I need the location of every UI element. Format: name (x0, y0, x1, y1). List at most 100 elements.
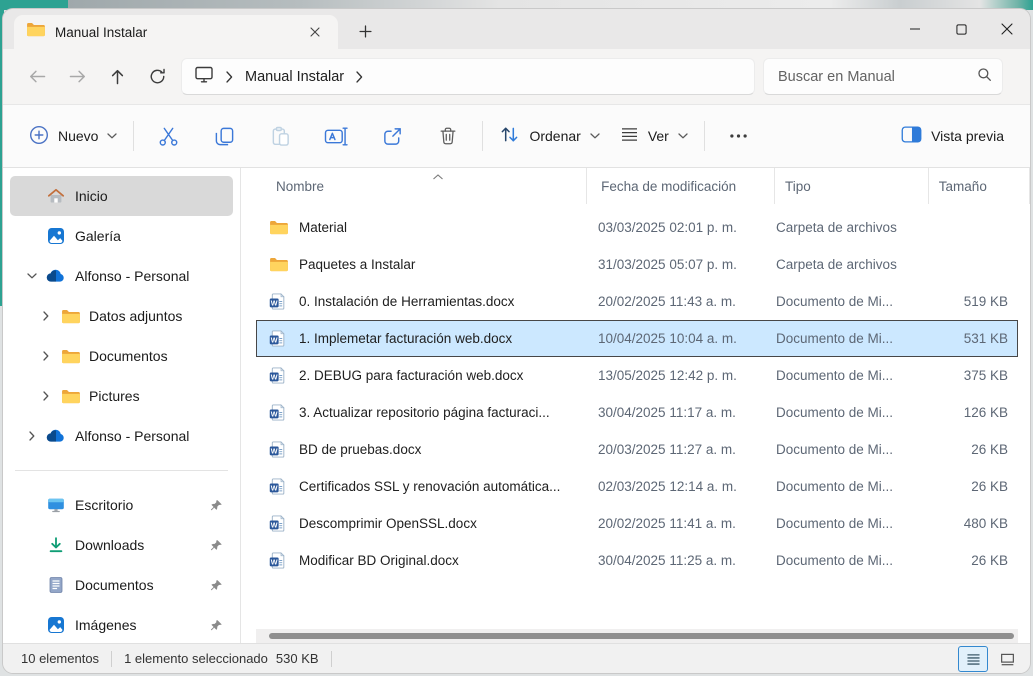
sidebar-item[interactable]: Alfonso - Personal (10, 256, 233, 296)
file-type: Carpeta de archivos (776, 257, 928, 272)
scrollbar-thumb[interactable] (269, 633, 1014, 639)
file-row[interactable]: W 1. Implemetar facturación web.docx 10/… (256, 320, 1018, 357)
sidebar-item-label: Alfonso - Personal (75, 268, 189, 284)
plus-circle-icon (29, 125, 49, 148)
copy-button[interactable] (196, 116, 252, 156)
delete-button[interactable] (420, 116, 476, 156)
sidebar-item-label: Documentos (89, 348, 168, 364)
this-pc-icon[interactable] (194, 65, 214, 88)
close-window-button[interactable] (984, 9, 1030, 49)
details-view-button[interactable] (958, 646, 988, 672)
sidebar-item-pinned[interactable]: Documentos (10, 565, 233, 605)
word-icon: W (256, 478, 299, 495)
breadcrumb-folder[interactable]: Manual Instalar (245, 69, 344, 85)
expand-chevron-icon[interactable] (19, 273, 45, 279)
search-icon[interactable] (977, 67, 992, 87)
sidebar-item[interactable]: Datos adjuntos (10, 296, 233, 336)
doc-icon (45, 576, 67, 594)
sidebar-item-label: Downloads (75, 537, 144, 553)
horizontal-scrollbar[interactable] (256, 629, 1018, 643)
column-header-tamano[interactable]: Tamaño (928, 168, 1030, 204)
column-header-nombre[interactable]: Nombre (256, 168, 586, 204)
view-button[interactable]: Ver (610, 116, 698, 156)
file-type: Documento de Mi... (776, 442, 928, 457)
back-button[interactable] (17, 59, 57, 95)
column-header-tipo[interactable]: Tipo (774, 168, 928, 204)
column-header-fecha[interactable]: Fecha de modificación (586, 168, 774, 204)
item-count: 10 elementos (21, 651, 99, 666)
cloud-icon (45, 429, 67, 443)
sidebar-item[interactable]: Alfonso - Personal (10, 416, 233, 456)
expand-chevron-icon[interactable] (33, 391, 59, 401)
sidebar-item-pinned[interactable]: Escritorio (10, 485, 233, 525)
cut-button[interactable] (140, 116, 196, 156)
status-bar: 10 elementos 1 elemento seleccionado 530… (3, 643, 1030, 673)
word-icon: W (256, 367, 299, 384)
preview-button[interactable]: Vista previa (891, 116, 1014, 156)
file-date: 13/05/2025 12:42 p. m. (598, 368, 776, 383)
sidebar-item[interactable]: Inicio (10, 176, 233, 216)
file-row[interactable]: W 2. DEBUG para facturación web.docx 13/… (256, 357, 1018, 394)
sidebar-item-label: Imágenes (75, 617, 136, 633)
toolbar-separator (704, 121, 705, 151)
file-date: 02/03/2025 12:14 a. m. (598, 479, 776, 494)
file-name: 1. Implemetar facturación web.docx (299, 331, 598, 346)
file-name: Material (299, 220, 598, 235)
file-row[interactable]: W Certificados SSL y renovación automáti… (256, 468, 1018, 505)
minimize-button[interactable] (892, 9, 938, 49)
rename-button[interactable] (308, 116, 364, 156)
expand-chevron-icon[interactable] (33, 311, 59, 321)
expand-chevron-icon[interactable] (19, 431, 45, 441)
svg-text:W: W (271, 447, 278, 455)
file-row[interactable]: W Descomprimir OpenSSL.docx 20/02/2025 1… (256, 505, 1018, 542)
share-button[interactable] (364, 116, 420, 156)
sidebar-separator (15, 470, 228, 471)
file-date: 31/03/2025 05:07 p. m. (598, 257, 776, 272)
expand-chevron-icon[interactable] (33, 351, 59, 361)
new-button[interactable]: Nuevo (19, 116, 127, 156)
chevron-right-icon[interactable] (356, 71, 363, 83)
file-row[interactable]: W 0. Instalación de Herramientas.docx 20… (256, 283, 1018, 320)
sidebar-item-pinned[interactable]: Imágenes (10, 605, 233, 645)
file-row[interactable]: Paquetes a Instalar 31/03/2025 05:07 p. … (256, 246, 1018, 283)
icons-view-button[interactable] (992, 646, 1022, 672)
sidebar-item-pinned[interactable]: Downloads (10, 525, 233, 565)
search-box[interactable]: Buscar en Manual (763, 58, 1003, 95)
file-date: 30/04/2025 11:25 a. m. (598, 553, 776, 568)
sort-arrows-icon (499, 125, 520, 147)
cloud-icon (45, 269, 67, 283)
sidebar-item-label: Galería (75, 228, 121, 244)
file-row[interactable]: W Modificar BD Original.docx 30/04/2025 … (256, 542, 1018, 579)
sidebar-item[interactable]: Galería (10, 216, 233, 256)
new-tab-button[interactable] (350, 16, 380, 46)
file-row[interactable]: Material 03/03/2025 02:01 p. m. Carpeta … (256, 209, 1018, 246)
address-breadcrumb[interactable]: Manual Instalar (181, 58, 755, 95)
sort-button[interactable]: Ordenar (489, 116, 609, 156)
chevron-right-icon[interactable] (226, 71, 233, 83)
svg-text:W: W (271, 558, 278, 566)
explorer-tab[interactable]: Manual Instalar (14, 15, 338, 49)
window-controls (892, 9, 1030, 49)
refresh-button[interactable] (137, 59, 177, 95)
forward-button[interactable] (57, 59, 97, 95)
up-button[interactable] (97, 59, 137, 95)
file-name: Certificados SSL y renovación automática… (299, 479, 598, 494)
preview-button-label: Vista previa (931, 128, 1004, 144)
file-row[interactable]: W 3. Actualizar repositorio página factu… (256, 394, 1018, 431)
more-options-button[interactable] (711, 116, 767, 156)
file-row[interactable]: W BD de pruebas.docx 20/03/2025 11:27 a.… (256, 431, 1018, 468)
paste-button[interactable] (252, 116, 308, 156)
folder-icon (256, 220, 299, 235)
file-name: Paquetes a Instalar (299, 257, 598, 272)
file-type: Documento de Mi... (776, 516, 928, 531)
word-icon: W (256, 330, 299, 347)
file-type: Documento de Mi... (776, 368, 928, 383)
file-size: 531 KB (928, 331, 1018, 346)
close-tab-icon[interactable] (304, 21, 326, 43)
view-lines-icon (620, 127, 639, 145)
sidebar-item[interactable]: Pictures (10, 376, 233, 416)
sidebar-item[interactable]: Documentos (10, 336, 233, 376)
selection-count: 1 elemento seleccionado (124, 651, 268, 666)
folder-icon (59, 309, 81, 324)
maximize-button[interactable] (938, 9, 984, 49)
